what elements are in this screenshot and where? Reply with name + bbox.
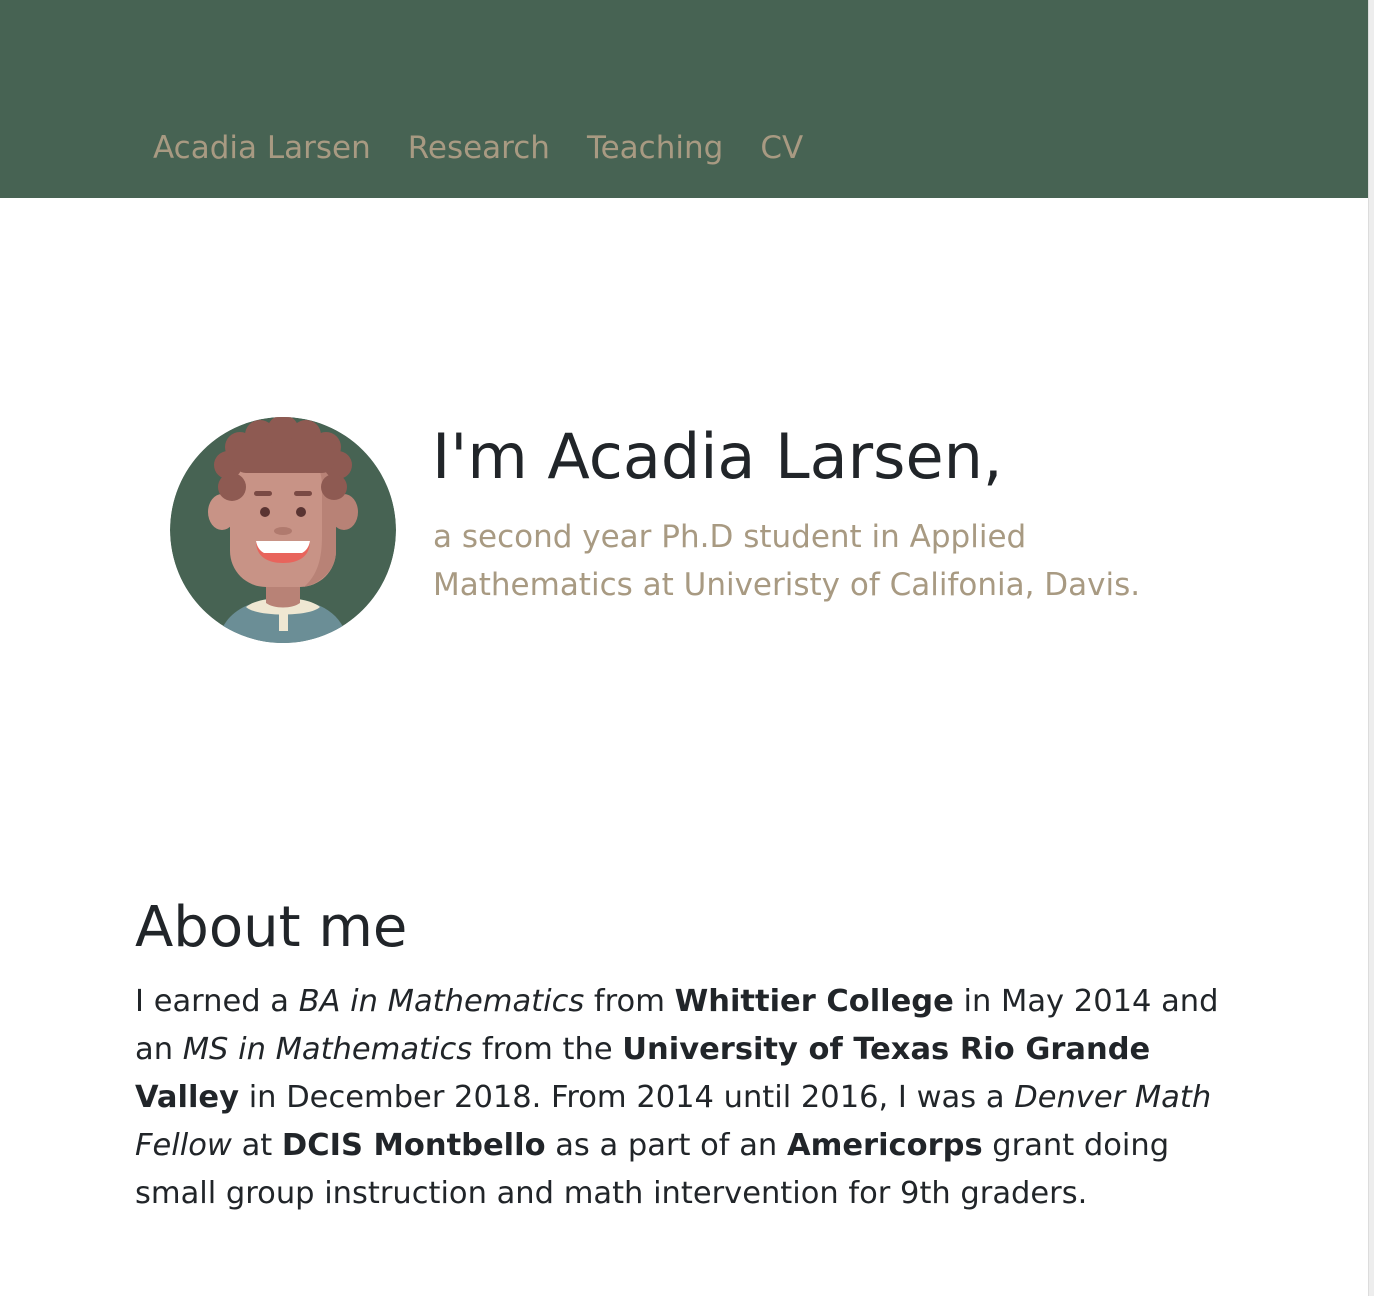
- about-text: as a part of an: [545, 1128, 787, 1163]
- about-section: About me I earned a BA in Mathematics fr…: [135, 892, 1235, 1218]
- about-text: from: [584, 984, 675, 1019]
- nav-link-cv[interactable]: CV: [760, 128, 803, 168]
- degree-ba: BA in Mathematics: [298, 984, 585, 1019]
- top-navbar: Acadia Larsen Research Teaching CV: [0, 0, 1368, 198]
- hero-section: I'm Acadia Larsen, a second year Ph.D st…: [170, 417, 1270, 647]
- about-text: in December 2018. From 2014 until 2016, …: [239, 1080, 1015, 1115]
- smiling-person-avatar-icon: [170, 417, 396, 643]
- nav-brand-link[interactable]: Acadia Larsen: [153, 128, 371, 168]
- school-whittier: Whittier College: [674, 984, 954, 1019]
- about-text: from the: [472, 1032, 623, 1067]
- nav-links: Acadia Larsen Research Teaching CV: [153, 128, 803, 168]
- window-edge: [1368, 0, 1374, 1296]
- page: Acadia Larsen Research Teaching CV I'm A…: [0, 0, 1374, 1296]
- nav-link-teaching[interactable]: Teaching: [587, 128, 723, 168]
- nav-link-research[interactable]: Research: [408, 128, 550, 168]
- about-heading: About me: [135, 895, 408, 960]
- degree-ms: MS in Mathematics: [182, 1032, 473, 1067]
- about-paragraph: I earned a BA in Mathematics from Whitti…: [135, 978, 1235, 1218]
- hero-subtitle: a second year Ph.D student in Applied Ma…: [433, 519, 1141, 603]
- program-americorps: Americorps: [786, 1128, 983, 1163]
- about-text: I earned a: [135, 984, 299, 1019]
- school-dcis: DCIS Montbello: [281, 1128, 546, 1163]
- avatar: [170, 417, 396, 643]
- hero-title: I'm Acadia Larsen,: [432, 420, 1003, 493]
- about-text: at: [231, 1128, 282, 1163]
